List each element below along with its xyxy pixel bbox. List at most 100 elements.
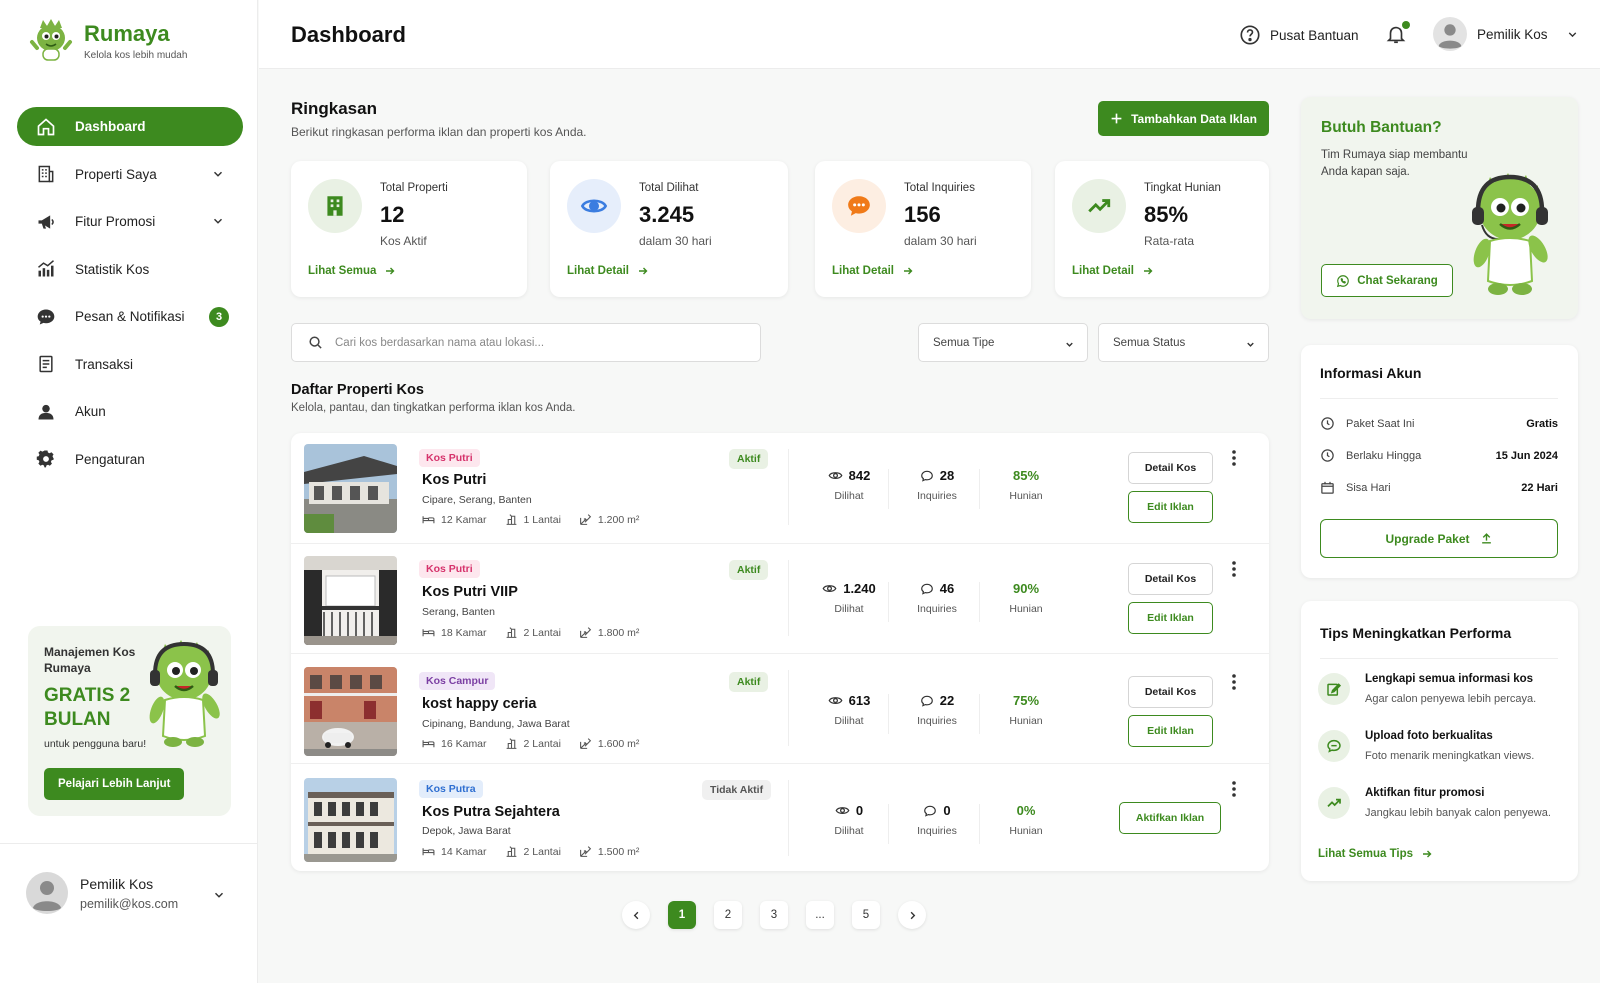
add-listing-button[interactable]: Tambahkan Data Iklan [1098,101,1269,136]
edit-listing-button[interactable]: Edit Iklan [1128,715,1213,747]
property-photo[interactable] [304,778,397,862]
home-icon [35,116,57,138]
see-all-link[interactable]: Lihat Semua [308,265,396,277]
floor-count: 2 Lantai [523,737,561,750]
help-card-text: Tim Rumaya siap membantu Anda kapan saja… [1321,149,1468,178]
property-meta: 16 Kamar 2 Lantai 1.600 m² [422,737,639,750]
property-photo[interactable] [304,444,397,533]
sidebar-item-akun[interactable]: Akun [17,392,243,431]
chevron-down-icon [1568,31,1576,37]
property-name[interactable]: kost happy ceria [422,696,536,712]
page-button[interactable]: 5 [852,901,880,929]
prev-page-button[interactable] [622,901,650,929]
account-info-title: Informasi Akun [1320,365,1422,381]
more-options-icon[interactable] [1227,449,1241,467]
notification-dot [1402,21,1410,29]
learn-more-button[interactable]: Pelajari Lebih Lanjut [44,768,185,800]
floors-icon [506,514,516,525]
type-filter-select[interactable]: Semua Tipe [918,323,1088,362]
inquiries-metric: 22 Inquiries [897,693,977,727]
help-card: Butuh Bantuan? Tim Rumaya siap membantu … [1301,97,1578,319]
next-page-button[interactable] [898,901,926,929]
sidebar-item-pesan-notifikasi[interactable]: Pesan & Notifikasi 3 [17,297,243,336]
tip-title: Aktifkan fitur promosi [1365,787,1485,799]
chevron-left-icon [633,911,638,919]
occupancy-value: 90% [1012,581,1040,596]
topbar: Dashboard Pusat Bantuan Pemilik Kos [259,0,1600,69]
sidebar-item-transaksi[interactable]: Transaksi [17,345,243,384]
detail-kos-button[interactable]: Detail Kos [1128,563,1213,595]
area-size: 1.800 m² [597,626,640,639]
brand-logo[interactable]: Rumaya Kelola kos lebih mudah [28,18,187,64]
chat-now-button[interactable]: Chat Sekarang [1321,264,1453,297]
edit-listing-button[interactable]: Edit Iklan [1128,602,1213,634]
detail-kos-button[interactable]: Detail Kos [1128,452,1213,484]
stat-card-occupancy: Tingkat Hunian 85% Rata-rata Lihat Detai… [1055,161,1269,297]
upload-icon [1481,533,1491,544]
more-options-icon[interactable] [1227,560,1241,578]
divider [888,469,889,509]
upgrade-plan-button[interactable]: Upgrade Paket [1320,519,1558,558]
property-location: Depok, Jawa Barat [422,825,511,837]
occupancy-label: Hunian [1009,825,1043,837]
user-menu[interactable]: Pemilik Kos [1433,17,1579,51]
property-type-badge: Kos Campur [419,672,496,690]
clock-icon [1321,417,1334,430]
property-name[interactable]: Kos Putri [422,472,486,488]
sidebar-item-dashboard[interactable]: Dashboard [17,107,243,146]
property-list-title: Daftar Properti Kos [291,382,424,398]
promo-headline: GRATIS 2 BULAN [44,685,131,730]
chevron-down-icon [1247,342,1254,347]
sidebar-item-pengaturan[interactable]: Pengaturan [17,440,243,479]
sidebar-item-fitur-promosi[interactable]: Fitur Promosi [17,202,243,241]
sidebar-item-label: Dashboard [75,119,146,134]
more-options-icon[interactable] [1227,780,1241,798]
stat-label: Total Inquiries [904,182,975,194]
tip-description: Agar calon penyewa lebih percaya. [1365,693,1537,705]
views-metric: 613 Dilihat [809,693,889,727]
search-placeholder: Cari kos berdasarkan nama atau lokasi... [335,336,545,349]
property-name[interactable]: Kos Putri VIIP [422,584,518,600]
property-list: Kos Putri Kos Putri Cipare, Serang, Bant… [291,433,1269,871]
summary-subtitle: Berikut ringkasan performa iklan dan pro… [291,125,587,139]
chat-bubble-icon [920,470,933,482]
sidebar-item-properti-saya[interactable]: Properti Saya [17,155,243,194]
help-center-link[interactable]: Pusat Bantuan [1239,24,1359,46]
edit-listing-button[interactable]: Edit Iklan [1128,491,1213,523]
property-meta: 12 Kamar 1 Lantai 1.200 m² [422,513,639,526]
property-photo[interactable] [304,667,397,756]
page-button[interactable]: 1 [668,901,696,929]
sidebar-item-label: Transaksi [75,356,134,372]
arrow-right-icon [1423,850,1432,858]
eye-icon [828,697,843,704]
page-button[interactable]: 2 [714,901,742,929]
plus-icon [1111,113,1122,124]
page-button[interactable]: 3 [760,901,788,929]
property-type-badge: Kos Putri [419,449,480,467]
see-detail-link[interactable]: Lihat Detail [567,265,649,277]
property-photo[interactable] [304,556,397,645]
notification-button[interactable] [1385,21,1410,45]
account-row-valid-until: Berlaku Hingga 15 Jun 2024 [1320,448,1558,463]
stat-subtitle: dalam 30 hari [904,234,977,248]
search-input[interactable]: Cari kos berdasarkan nama atau lokasi... [291,323,761,362]
detail-kos-button[interactable]: Detail Kos [1128,676,1213,708]
stat-value: 156 [904,202,941,227]
see-all-tips-link[interactable]: Lihat Semua Tips [1318,848,1433,860]
question-icon [1240,25,1260,45]
support-mascot-icon [1472,173,1548,295]
search-icon [309,336,322,349]
more-options-icon[interactable] [1227,673,1241,691]
see-detail-link[interactable]: Lihat Detail [1072,265,1154,277]
chat-bubble-icon [832,179,886,233]
property-name[interactable]: Kos Putra Sejahtera [422,804,560,820]
see-detail-link[interactable]: Lihat Detail [832,265,914,277]
pagination: 1 2 3 ... 5 [622,901,926,929]
sidebar-item-statistik-kos[interactable]: Statistik Kos [17,250,243,289]
status-filter-select[interactable]: Semua Status [1098,323,1269,362]
arrow-right-icon [386,267,395,275]
sidebar-user-menu[interactable]: Pemilik Kos pemilik@kos.com [0,843,258,983]
summary-title: Ringkasan [291,99,377,118]
stat-card-properties: Total Properti 12 Kos Aktif Lihat Semua [291,161,527,297]
activate-listing-button[interactable]: Aktifkan Iklan [1119,802,1221,834]
